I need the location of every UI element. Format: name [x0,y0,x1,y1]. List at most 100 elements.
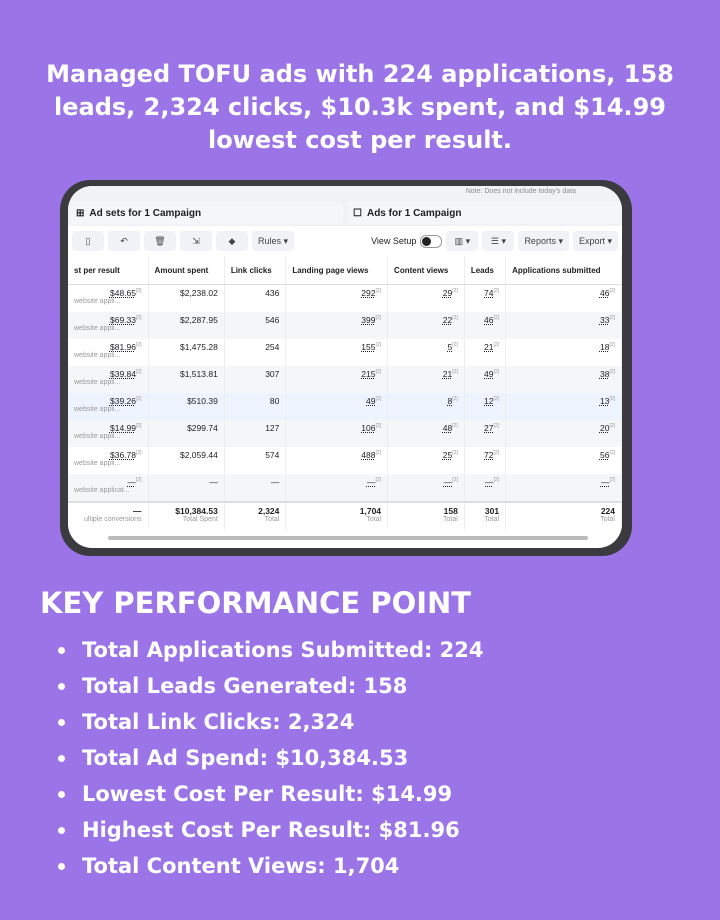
lpv-cell: 488[2] [285,447,389,474]
ads-table: st per result Amount spent Link clicks Land… [68,256,622,530]
column-header[interactable]: Leads [464,256,507,285]
cv-cell: —[2] [387,474,465,502]
clicks-cell: 436 [224,284,287,312]
breakdown-button[interactable]: ☰ ▾ [482,231,515,251]
table-row[interactable]: $36.78[2] website appli... $2,059.44 574 488… [68,447,622,474]
cv-cell: 29[2] [387,284,465,312]
column-header[interactable]: Landing page views [285,256,389,285]
cost-cell: $69.33[2] website appli... [68,312,149,339]
leads-cell: 72[2] [464,447,507,474]
headline: Managed TOFU ads with 224 applications, … [46,60,674,154]
clicks-cell: 127 [224,420,287,447]
apps-cell: 56[2] [505,447,622,474]
tablet-frame: Note: Does not include today's data ⊞ Ad … [60,180,632,556]
table-row[interactable]: $69.33[2] website appli... $2,287.95 546 399… [68,312,622,339]
spent-cell: $2,287.95 [148,312,225,339]
preview-icon: ⇲ [192,235,200,246]
kpi-title: KEY PERFORMANCE POINT [40,586,472,620]
kpi-item: Total Leads Generated: 158 [58,668,484,704]
cv-cell: 21[2] [387,366,465,393]
delete-button[interactable]: 🗑 [144,231,176,251]
spent-cell: $299.74 [148,420,225,447]
table-row[interactable]: $81.96[2] website appli... $1,475.28 254 155… [68,339,622,366]
total-leads-cell: 301 Total [464,501,507,530]
clicks-cell: 80 [224,393,287,420]
total-lpv-cell: 1,704 Total [285,501,389,530]
cost-cell: $36.78[2] website appli... [68,447,149,474]
total-apps-cell: 224 Total [505,501,622,530]
cost-cell: $81.96[2] website appli... [68,339,149,366]
apps-cell: 18[2] [505,339,622,366]
kpi-item: Total Content Views: 1,704 [58,848,484,884]
table-row[interactable]: —[2] website applicat... — — —[2] —[2] —[2] —[2… [68,474,622,502]
apps-cell: 46[2] [505,284,622,312]
duplicate-button[interactable]: ▯ [72,231,104,251]
column-header[interactable]: Link clicks [224,256,287,285]
lpv-cell: 399[2] [285,312,389,339]
clicks-cell: 546 [224,312,287,339]
tag-button[interactable]: ◆ [216,231,248,251]
clicks-cell: — [224,474,287,502]
apps-cell: 38[2] [505,366,622,393]
clipboard-icon: ▯ [85,235,91,246]
totals-row: — ultiple conversions $10,384.53 Total Spen… [68,501,622,530]
table-row[interactable]: $48.65[2] website appli... $2,238.02 436 292… [68,284,622,312]
kpi-item: Highest Cost Per Result: $81.96 [58,812,484,848]
kpi-list: Total Applications Submitted: 224 Total L… [58,632,484,884]
apps-cell: 13[2] [505,393,622,420]
leads-cell: 74[2] [464,284,507,312]
cost-cell: $39.84[2] website appli... [68,366,149,393]
tab-ad-sets[interactable]: ⊞ Ad sets for 1 Campaign [70,202,343,224]
reports-button[interactable]: Reports ▾ [518,231,569,251]
column-header[interactable]: Content views [387,256,465,285]
view-setup-toggle[interactable] [420,234,443,248]
cost-cell: $39.26[2] website appli... [68,393,149,420]
spent-cell: $510.39 [148,393,225,420]
clicks-cell: 307 [224,366,287,393]
data-note: Note: Does not include today's data [459,187,582,196]
trash-icon: 🗑 [154,235,166,246]
cost-cell: —[2] website applicat... [68,474,149,502]
horizontal-scrollbar[interactable] [108,536,588,540]
column-header[interactable]: Applications submitted [505,256,622,285]
apps-cell: 20[2] [505,420,622,447]
ads-manager-screen: Note: Does not include today's data ⊞ Ad … [68,186,622,548]
cost-cell: $14.99[2] website appli... [68,420,149,447]
spent-cell: $2,059.44 [148,447,225,474]
tab-ads[interactable]: ☐ Ads for 1 Campaign [347,202,620,224]
total-cv-cell: 158 Total [387,501,465,530]
rules-button[interactable]: Rules ▾ [252,231,295,251]
lpv-cell: 155[2] [285,339,389,366]
clicks-cell: 254 [224,339,287,366]
spent-cell: $2,238.02 [148,284,225,312]
lpv-cell: 49[2] [285,393,389,420]
undo-button[interactable]: ↶ [108,231,140,251]
kpi-item: Lowest Cost Per Result: $14.99 [58,776,484,812]
export-button[interactable]: Export ▾ [572,231,618,251]
kpi-item: Total Ad Spend: $10,384.53 [58,740,484,776]
view-setup-label: View Setup [371,236,417,246]
column-header[interactable]: st per result [68,256,149,285]
total-clicks-cell: 2,324 Total [224,501,287,530]
total-cost-cell: — ultiple conversions [68,501,149,530]
cost-cell: $48.65[2] website appli... [68,284,149,312]
kpi-item: Total Link Clicks: 2,324 [58,704,484,740]
clicks-cell: 574 [224,447,287,474]
preview-button[interactable]: ⇲ [180,231,212,251]
undo-icon: ↶ [120,235,128,246]
cv-cell: 25[2] [387,447,465,474]
leads-cell: 21[2] [464,339,507,366]
grid-icon: ⊞ [76,207,85,219]
cv-cell: 5[2] [387,339,465,366]
table-row[interactable]: $14.99[2] website appli... $299.74 127 106[2… [68,420,622,447]
leads-cell: 27[2] [464,420,507,447]
lpv-cell: 292[2] [285,284,389,312]
column-header[interactable]: Amount spent [148,256,225,285]
leads-cell: 49[2] [464,366,507,393]
table-row[interactable]: $39.84[2] website appli... $1,513.81 307 215… [68,366,622,393]
columns-button[interactable]: ▥ ▾ [446,231,479,251]
cv-cell: 48[2] [387,420,465,447]
table-row[interactable]: $39.26[2] website appli... $510.39 80 49[2] 8… [68,393,622,420]
lpv-cell: 106[2] [285,420,389,447]
apps-cell: —[2] [505,474,622,502]
